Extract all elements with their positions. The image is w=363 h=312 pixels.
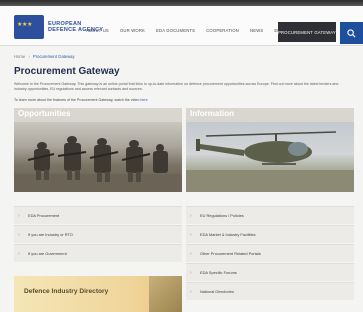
site-header: EUROPEAN DEFENCE AGENCY ABOUT US OUR WOR… bbox=[0, 6, 363, 46]
list-item[interactable]: › EDA Market & Industry Facilities bbox=[186, 225, 354, 243]
eda-logo[interactable]: EUROPEAN DEFENCE AGENCY bbox=[14, 14, 132, 40]
list-item[interactable]: › EDA Specific Forums bbox=[186, 263, 354, 281]
nav-item-about[interactable]: ABOUT US bbox=[86, 28, 109, 33]
intro-text: Welcome to the Procurement Gateway. This… bbox=[14, 82, 339, 91]
chevron-right-icon: › bbox=[190, 269, 192, 276]
opportunities-heading: Opportunities bbox=[18, 109, 71, 118]
chevron-right-icon: › bbox=[18, 212, 20, 219]
banner-image bbox=[149, 276, 182, 312]
chevron-right-icon: › bbox=[18, 231, 20, 238]
information-header: Information bbox=[186, 108, 354, 122]
list-item-label: Other Procurement Related Portals bbox=[200, 251, 261, 256]
procurement-gateway-button[interactable]: PROCUREMENT GATEWAY bbox=[278, 22, 336, 42]
chevron-right-icon: › bbox=[190, 212, 192, 219]
list-item[interactable]: › If you are Government bbox=[14, 244, 182, 262]
helicopter-image bbox=[186, 122, 354, 192]
chevron-right-icon: › bbox=[18, 250, 20, 257]
soldiers-image bbox=[14, 122, 182, 192]
nav-item-news[interactable]: NEWS bbox=[250, 28, 263, 33]
list-item-label: National Directories bbox=[200, 289, 234, 294]
breadcrumb-current[interactable]: Procurement Gateway bbox=[33, 54, 75, 59]
intro-video-link[interactable]: here bbox=[140, 98, 147, 102]
list-item[interactable]: › Other Procurement Related Portals bbox=[186, 244, 354, 262]
helicopter-illustration bbox=[186, 131, 354, 192]
list-item-label: EDA Specific Forums bbox=[200, 270, 237, 275]
nav-item-documents[interactable]: EDA DOCUMENTS bbox=[156, 28, 195, 33]
banner-title: Defence Industry Directory bbox=[24, 288, 109, 295]
intro-video-line: To learn more about the features of the … bbox=[14, 98, 349, 102]
information-column: Information › EU Regulations / Policies … bbox=[186, 108, 354, 301]
list-item[interactable]: › EU Regulations / Policies bbox=[186, 206, 354, 224]
opportunities-column: Opportunities › EDA Procurement › If you… bbox=[14, 108, 182, 263]
list-item-label: If you are Government bbox=[28, 251, 67, 256]
nav-item-our-work[interactable]: OUR WORK bbox=[120, 28, 145, 33]
search-icon bbox=[347, 28, 356, 38]
breadcrumb: Home › Procurement Gateway bbox=[14, 54, 75, 59]
opportunities-header: Opportunities bbox=[14, 108, 182, 122]
list-item-label: EDA Procurement bbox=[28, 213, 60, 218]
information-heading: Information bbox=[190, 109, 234, 118]
list-item-label: EDA Market & Industry Facilities bbox=[200, 232, 256, 237]
list-item[interactable]: › National Directories bbox=[186, 282, 354, 300]
information-list: › EU Regulations / Policies › EDA Market… bbox=[186, 206, 354, 300]
search-button[interactable] bbox=[340, 22, 363, 44]
soldiers-illustration bbox=[14, 136, 182, 192]
page: EUROPEAN DEFENCE AGENCY ABOUT US OUR WOR… bbox=[0, 0, 363, 312]
breadcrumb-separator: › bbox=[28, 54, 30, 59]
intro-video-prefix: To learn more about the features of the … bbox=[14, 98, 141, 102]
opportunities-list: › EDA Procurement › If you are Industry … bbox=[14, 206, 182, 262]
list-item-label: EU Regulations / Policies bbox=[200, 213, 244, 218]
eu-flag-icon bbox=[14, 15, 44, 39]
main-nav: ABOUT US OUR WORK EDA DOCUMENTS COOPERAT… bbox=[86, 28, 295, 33]
list-item[interactable]: › EDA Procurement bbox=[14, 206, 182, 224]
page-title: Procurement Gateway bbox=[14, 66, 120, 77]
defence-industry-directory-banner[interactable]: Defence Industry Directory bbox=[14, 276, 182, 312]
chevron-right-icon: › bbox=[190, 250, 192, 257]
nav-item-cooperation[interactable]: COOPERATION bbox=[206, 28, 239, 33]
breadcrumb-home[interactable]: Home bbox=[14, 54, 25, 59]
list-item[interactable]: › If you are Industry or RTO bbox=[14, 225, 182, 243]
list-item-label: If you are Industry or RTO bbox=[28, 232, 73, 237]
chevron-right-icon: › bbox=[190, 288, 192, 295]
chevron-right-icon: › bbox=[190, 231, 192, 238]
